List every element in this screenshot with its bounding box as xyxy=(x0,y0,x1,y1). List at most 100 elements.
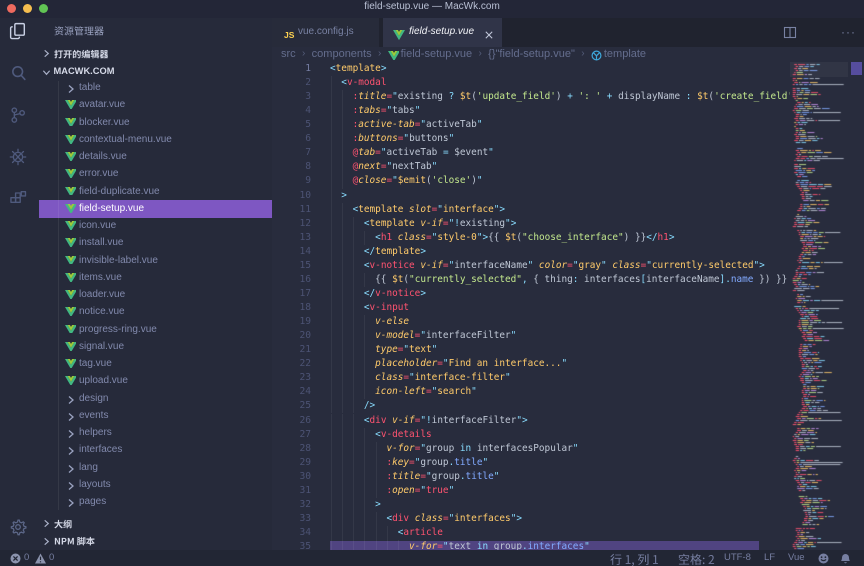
line-number: 32 xyxy=(299,498,311,512)
code-token xyxy=(330,302,364,313)
indentation-setting[interactable] xyxy=(678,550,715,566)
code-token: > xyxy=(381,63,387,74)
tree-item-label: field-duplicate.vue xyxy=(79,186,160,197)
code-token xyxy=(330,471,386,482)
tree-item-icon.vue[interactable]: icon.vue xyxy=(36,218,272,235)
sidebar-title xyxy=(54,23,104,41)
tree-item-details.vue[interactable]: details.vue xyxy=(36,149,272,166)
code-token xyxy=(330,485,386,496)
tree-item-helpers[interactable]: helpers xyxy=(36,425,272,442)
tree-item-tag.vue[interactable]: tag.vue xyxy=(36,356,272,373)
extensions-icon[interactable] xyxy=(8,189,28,209)
tab-vue-config-js[interactable]: JSvue.config.js xyxy=(272,18,379,47)
code-token: > xyxy=(341,190,347,201)
tree-item-notice.vue[interactable]: notice.vue xyxy=(36,304,272,321)
section-open-editors[interactable] xyxy=(36,45,272,62)
code-token: color xyxy=(539,260,567,271)
tree-item-contextual-menu.vue[interactable]: contextual-menu.vue xyxy=(36,131,272,148)
tree-item-upload.vue[interactable]: upload.vue xyxy=(36,373,272,390)
code-content[interactable]: <template> <v-modal :title="existing ? $… xyxy=(330,62,790,550)
code-token: open xyxy=(392,485,415,496)
tree-item-progress-ring.vue[interactable]: progress-ring.vue xyxy=(36,321,272,338)
explorer-icon[interactable] xyxy=(8,21,28,41)
tree-item-field-setup.vue[interactable]: field-setup.vue xyxy=(39,200,272,217)
tree-item-field-duplicate.vue[interactable]: field-duplicate.vue xyxy=(36,183,272,200)
tree-item-design[interactable]: design xyxy=(36,390,272,407)
tree-item-error.vue[interactable]: error.vue xyxy=(36,166,272,183)
tree-item-table[interactable]: table xyxy=(36,80,272,97)
code-token: div xyxy=(392,513,409,524)
minimap[interactable] xyxy=(790,62,848,550)
section-root-folder[interactable]: MACWK.COM xyxy=(36,64,272,81)
problems-warnings[interactable] xyxy=(35,553,46,566)
tree-item-loader.vue[interactable]: loader.vue xyxy=(36,287,272,304)
tab-field-setup-vue[interactable]: field-setup.vue xyxy=(383,18,502,47)
feedback-icon[interactable] xyxy=(818,553,829,566)
code-token: 'update_field' xyxy=(477,91,556,102)
close-tab-icon[interactable] xyxy=(484,27,494,37)
code-token: activeTab xyxy=(426,119,477,130)
code-token: close xyxy=(358,175,386,186)
code-token: title xyxy=(454,457,482,468)
code-token: > xyxy=(420,246,426,257)
code-token: > xyxy=(522,415,528,426)
line-number: 29 xyxy=(299,456,311,470)
tree-item-events[interactable]: events xyxy=(36,407,272,424)
chevron-down-icon xyxy=(42,68,51,77)
js-file-icon: JS xyxy=(284,27,296,45)
settings-gear-icon[interactable] xyxy=(8,517,28,537)
more-actions-button[interactable]: ··· xyxy=(841,18,856,47)
source-control-icon[interactable] xyxy=(8,105,28,125)
vue-file-icon xyxy=(65,325,76,335)
tree-item-blocker.vue[interactable]: blocker.vue xyxy=(36,114,272,131)
search-icon[interactable] xyxy=(8,63,28,83)
scrollbar-thumb[interactable] xyxy=(851,62,862,75)
breadcrumb-item[interactable]: {}"field-setup.vue" xyxy=(488,47,575,61)
tree-item-items.vue[interactable]: items.vue xyxy=(36,269,272,286)
problems-errors[interactable] xyxy=(10,553,21,566)
minimap-slider[interactable] xyxy=(790,62,848,77)
minimap-canvas xyxy=(790,62,848,550)
tree-item-signal.vue[interactable]: signal.vue xyxy=(36,338,272,355)
code-token: > xyxy=(511,218,517,229)
cursor-position[interactable] xyxy=(610,550,659,566)
encoding[interactable]: UTF-8 xyxy=(724,550,751,566)
tree-item-layouts[interactable]: layouts xyxy=(36,476,272,493)
breadcrumb-item[interactable]: template xyxy=(604,47,646,61)
section-outline[interactable] xyxy=(36,515,272,532)
tree-item-label: invisible-label.vue xyxy=(79,255,158,266)
section-npm-scripts[interactable] xyxy=(36,533,272,550)
chevron-right-icon xyxy=(42,519,51,528)
tree-item-interfaces[interactable]: interfaces xyxy=(36,442,272,459)
code-token: $t xyxy=(697,91,708,102)
scrollbar[interactable] xyxy=(848,62,864,550)
tree-item-label: details.vue xyxy=(79,151,127,162)
tree-item-install.vue[interactable]: install.vue xyxy=(36,235,272,252)
code-token xyxy=(330,232,375,243)
chevron-right-icon xyxy=(66,84,76,97)
tree-item-label: tag.vue xyxy=(79,358,112,369)
breadcrumb-item[interactable]: src xyxy=(281,47,296,61)
code-editor[interactable]: 1234567891011121314151617181920212223242… xyxy=(272,62,864,550)
breadcrumb-item[interactable]: field-setup.vue xyxy=(401,47,473,61)
debug-icon[interactable] xyxy=(8,147,28,167)
tree-item-lang[interactable]: lang xyxy=(36,459,272,476)
code-token: " xyxy=(415,105,421,116)
tree-item-pages[interactable]: pages xyxy=(36,494,272,511)
vue-file-icon xyxy=(65,256,76,266)
notifications-bell-icon[interactable] xyxy=(840,553,851,566)
code-token: class xyxy=(398,232,426,243)
vue-file-icon xyxy=(65,152,76,162)
breadcrumb-left-pad xyxy=(272,47,281,48)
vue-file-icon xyxy=(65,376,76,386)
tree-item-invisible-label.vue[interactable]: invisible-label.vue xyxy=(36,252,272,269)
tree-item-label: contextual-menu.vue xyxy=(79,134,172,145)
code-token xyxy=(330,105,353,116)
code-token xyxy=(330,443,386,454)
breadcrumb-item[interactable]: components xyxy=(312,47,372,61)
eol-setting[interactable]: LF xyxy=(764,550,775,566)
code-token: interface-filter xyxy=(415,372,505,383)
code-token: v-modal xyxy=(347,77,387,88)
tree-item-avatar.vue[interactable]: avatar.vue xyxy=(36,97,272,114)
language-mode[interactable]: Vue xyxy=(788,550,805,566)
